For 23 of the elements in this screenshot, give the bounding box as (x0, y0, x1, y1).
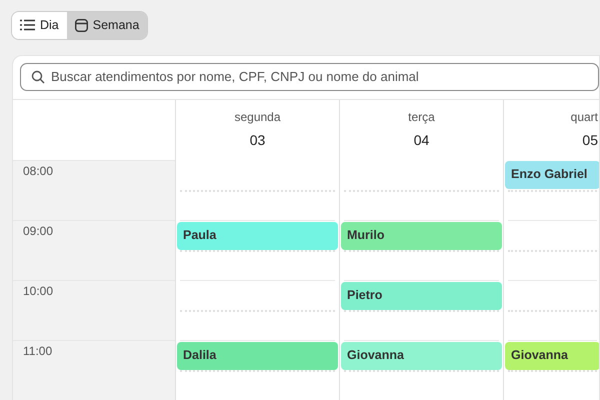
appointment-block[interactable]: Dalila (177, 342, 338, 370)
search-field[interactable]: Buscar atendimentos por nome, CPF, CNPJ ou nome do animal (20, 62, 599, 91)
date-label: 05 (581, 130, 598, 150)
date-label: 03 (248, 130, 266, 150)
calendar-icon (74, 18, 88, 32)
time-label: 09:00 (23, 224, 54, 238)
time-label: 10:00 (23, 284, 54, 298)
weekday-label: terça (407, 108, 436, 126)
appointment-block[interactable]: Giovanna (341, 342, 502, 370)
appointment-block[interactable]: Pietro (341, 282, 502, 310)
appointment-block[interactable]: Enzo Gabriel (505, 160, 599, 189)
time-label: 08:00 (23, 164, 54, 178)
appointment-block[interactable]: Murilo (341, 222, 502, 250)
date-label: 04 (412, 130, 430, 150)
list-icon (20, 19, 35, 32)
view-tab[interactable]: Semana (66, 12, 148, 39)
appointment-block[interactable]: Paula (177, 222, 338, 250)
weekday-label: quart (570, 108, 598, 126)
view-tab[interactable]: Dia (12, 12, 67, 39)
weekday-label: segunda (233, 108, 282, 126)
appointment-block[interactable]: Giovanna (505, 342, 599, 370)
time-label: 11:00 (23, 344, 52, 358)
search-icon (31, 70, 45, 84)
